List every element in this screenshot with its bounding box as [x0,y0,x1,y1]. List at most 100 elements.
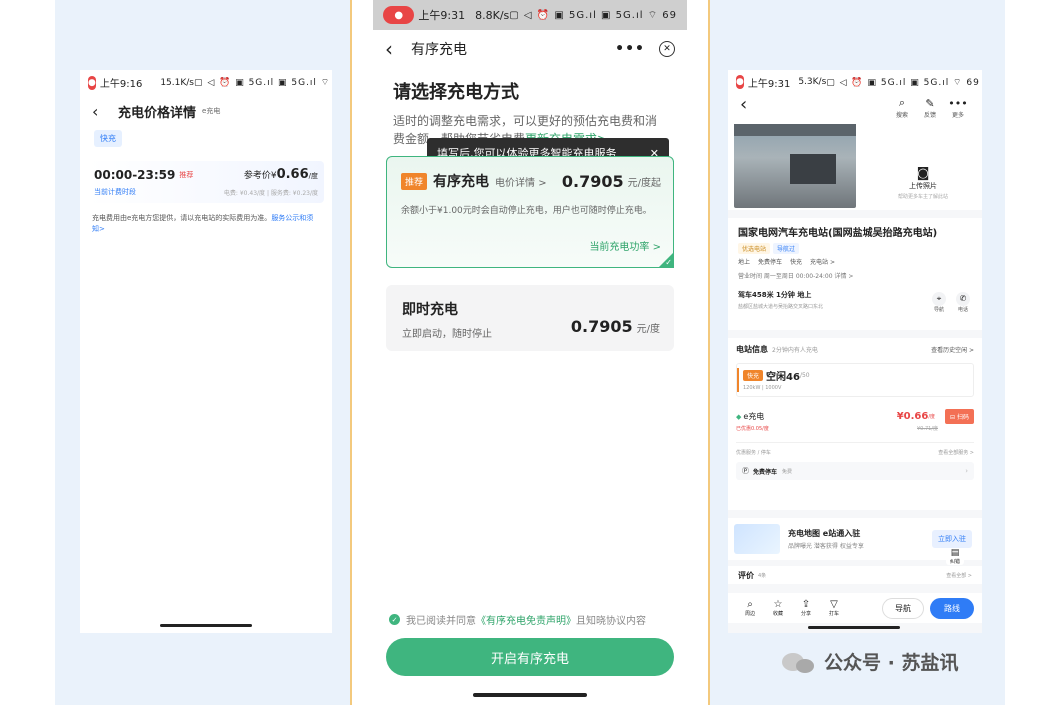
parking-row[interactable]: Ⓟ 免费停车 免费 › [736,462,974,480]
upload-label: 上传照片 [909,182,937,190]
banner-illustration-icon [734,524,780,554]
middle-phone-screen: ● 上午9:31 8.8K/s ▢ ◁ ⏰ ▣ 5G.ıl ▣ 5G.ıl ⌔ … [373,0,687,705]
info-subtitle: 2分钟内有人充电 [772,347,818,354]
brand-label: e充电 [202,107,221,115]
current-power-link[interactable]: 当前充电功率 > [401,238,661,253]
agree-text: 我已阅读并同意 [406,616,476,627]
ref-price-label: 参考价¥ [243,171,277,181]
discount: 已优惠0.05/度 [736,426,769,432]
card-subtitle: 立即启动，随时停止 [402,329,492,340]
taxi-icon: ▽ [830,599,838,610]
review-more[interactable]: 查看全部 > [946,572,972,579]
tab-label: 收藏 [772,611,783,617]
card-title: 有序充电 [433,174,490,190]
location-pin-icon: ⌖ [932,292,946,306]
review-count: 4条 [758,572,767,579]
top-actions: ⌕ 搜索 ✎ 反馈 ••• 更多 [888,96,972,119]
service-label: 优惠服务 / 停车 [736,450,771,456]
disclaimer-link[interactable]: 《有序充电免责声明》 [476,612,576,627]
review-header: 评价 4条 查看全部 > [728,566,982,584]
original-price: ¥0.71/度 [917,426,938,432]
photo-charger-shape [790,154,836,184]
star-icon: ☆ [773,599,783,610]
nav-label: 导航 [933,307,944,313]
history-link[interactable]: 查看历史空闲 > [931,345,974,354]
fast-charge-box[interactable]: 快充 空闲46 /50 120kW | 1000V [736,363,974,397]
home-indicator [808,626,900,629]
note-icon: ▤ [950,548,960,558]
charge-type-tag[interactable]: 快充 [94,130,122,147]
more-action[interactable]: ••• 更多 [944,97,972,119]
camera-icon: ◙ [916,166,930,181]
review-title: 评价 [738,570,754,580]
card-price: 0.7905 [570,317,633,336]
nearby-tab[interactable]: ⌕ 周边 [736,599,764,617]
station-name: 国家电网汽车充电站(国网盐城吴抬路充电站) [738,228,938,239]
taxi-tab[interactable]: ▽ 打车 [820,599,848,617]
nav-bar: ‹ 有序充电 ••• ✕ [373,30,687,68]
phone-icon: ✆ [956,292,970,306]
side-float-button[interactable]: ▤ 纠错 [946,548,964,565]
scan-icon: ⊟ [950,414,956,421]
tab-label: 打车 [828,611,839,617]
favorite-tab[interactable]: ☆ 收藏 [764,599,792,617]
banner-subtitle: 品牌曝光 潜客获得 权益专享 [788,543,864,550]
start-ordered-charging-button[interactable]: 开启有序充电 [386,638,674,676]
share-tab[interactable]: ⇪ 分享 [792,599,820,617]
status-time: 上午9:31 [418,9,466,22]
price: ¥0.66 [896,411,929,422]
header-area: ‹ ⌕ 搜索 ✎ 反馈 ••• 更多 ◙ 上传照片 帮助更多车主了解此站 [728,90,982,210]
navigate-btn[interactable]: ⌖ 导航 [932,292,946,313]
page-title: 充电价格详情 [118,105,197,121]
scan-label: 扫码 [956,414,969,421]
action-label: 搜索 [895,112,908,119]
route-button[interactable]: 路线 [930,597,974,619]
close-circle-icon[interactable]: ✕ [659,41,675,57]
operator-name: e充电 [743,412,765,421]
chevron-right-icon: › [965,467,968,475]
left-phone-screen: ● 上午9:16 15.1K/s ▢ ◁ ⏰ ▣ 5G.ıl ▣ 5G.ıl ⌔… [80,70,332,633]
tab-label: 周边 [744,611,755,617]
status-bar: ● 上午9:31 8.8K/s ▢ ◁ ⏰ ▣ 5G.ıl ▣ 5G.ıl ⌔ … [373,0,687,30]
mic-indicator-icon: ● [383,6,415,24]
price-detail-link[interactable]: 电价详情 > [495,174,547,189]
page-heading: 请选择充电方式 [393,82,519,103]
price-note: 充电费用由e充电方您提供，请以充电站的实际费用为准。服务公示和须知> [92,213,320,235]
mic-indicator-icon: ● [88,75,96,90]
business-hours[interactable]: 营业时间 周一至周日 00:00-24:00 详情 > [738,271,974,280]
period-tag: 推荐 [179,170,194,179]
station-tag: 优选电站 [738,243,771,254]
right-phone-screen: ● 上午9:31 5.3K/s ▢ ◁ ⏰ ▣ 5G.ıl ▣ 5G.ıl ⌔ … [728,70,982,633]
check-mark-icon: ✓ [665,258,672,267]
price-unit: /度 [928,414,936,420]
separator-left [350,0,352,705]
upload-photo[interactable]: ◙ 上传照片 帮助更多车主了解此站 [868,166,978,200]
status-speed: 15.1K/s [160,77,194,88]
divider [736,442,974,443]
feedback-action[interactable]: ✎ 反馈 [916,97,944,119]
back-icon[interactable]: ‹ [740,94,747,115]
back-icon[interactable]: ‹ [92,102,110,121]
promo-banner[interactable]: 充电地图 e站通入驻 品牌曝光 潜客获得 权益专享 立即入驻 [728,518,982,560]
search-icon: ⌕ [747,599,753,610]
charging-info-card: 电站信息 2分钟内有人充电 查看历史空闲 > 快充 空闲46 /50 120kW… [728,338,982,510]
agree-checkbox-icon[interactable]: ✓ [389,614,400,625]
station-photo[interactable] [734,124,856,208]
wechat-icon [782,651,816,673]
navigate-button[interactable]: 导航 [882,597,924,619]
current-period-label: 当前计费时段 [94,188,136,196]
search-action[interactable]: ⌕ 搜索 [888,96,916,119]
service-more[interactable]: 查看全部服务 > [938,449,974,456]
scan-button[interactable]: ⊟ 扫码 [945,409,974,424]
card-description: 余额小于¥1.00元时会自动停止充电，用户也可随时停止充电。 [401,206,652,216]
station-feature[interactable]: 充电站 > [810,257,835,266]
watermark-text: 公众号 · 苏盐讯 [824,652,959,674]
ordered-charging-card[interactable]: 推荐 有序充电 电价详情 > 0.7905 元/度起 余额小于¥1.00元时会自… [386,156,674,268]
more-icon[interactable]: ••• [615,41,645,57]
card-price: 0.7905 [561,171,624,191]
banner-button[interactable]: 立即入驻 [932,530,972,548]
instant-charging-card[interactable]: 即时充电 立即启动，随时停止 0.7905 元/度 [386,285,674,351]
phone-btn[interactable]: ✆ 电话 [956,292,970,313]
nav-bar: ‹ 充电价格详情 e充电 [80,100,332,122]
back-icon[interactable]: ‹ [385,37,403,61]
